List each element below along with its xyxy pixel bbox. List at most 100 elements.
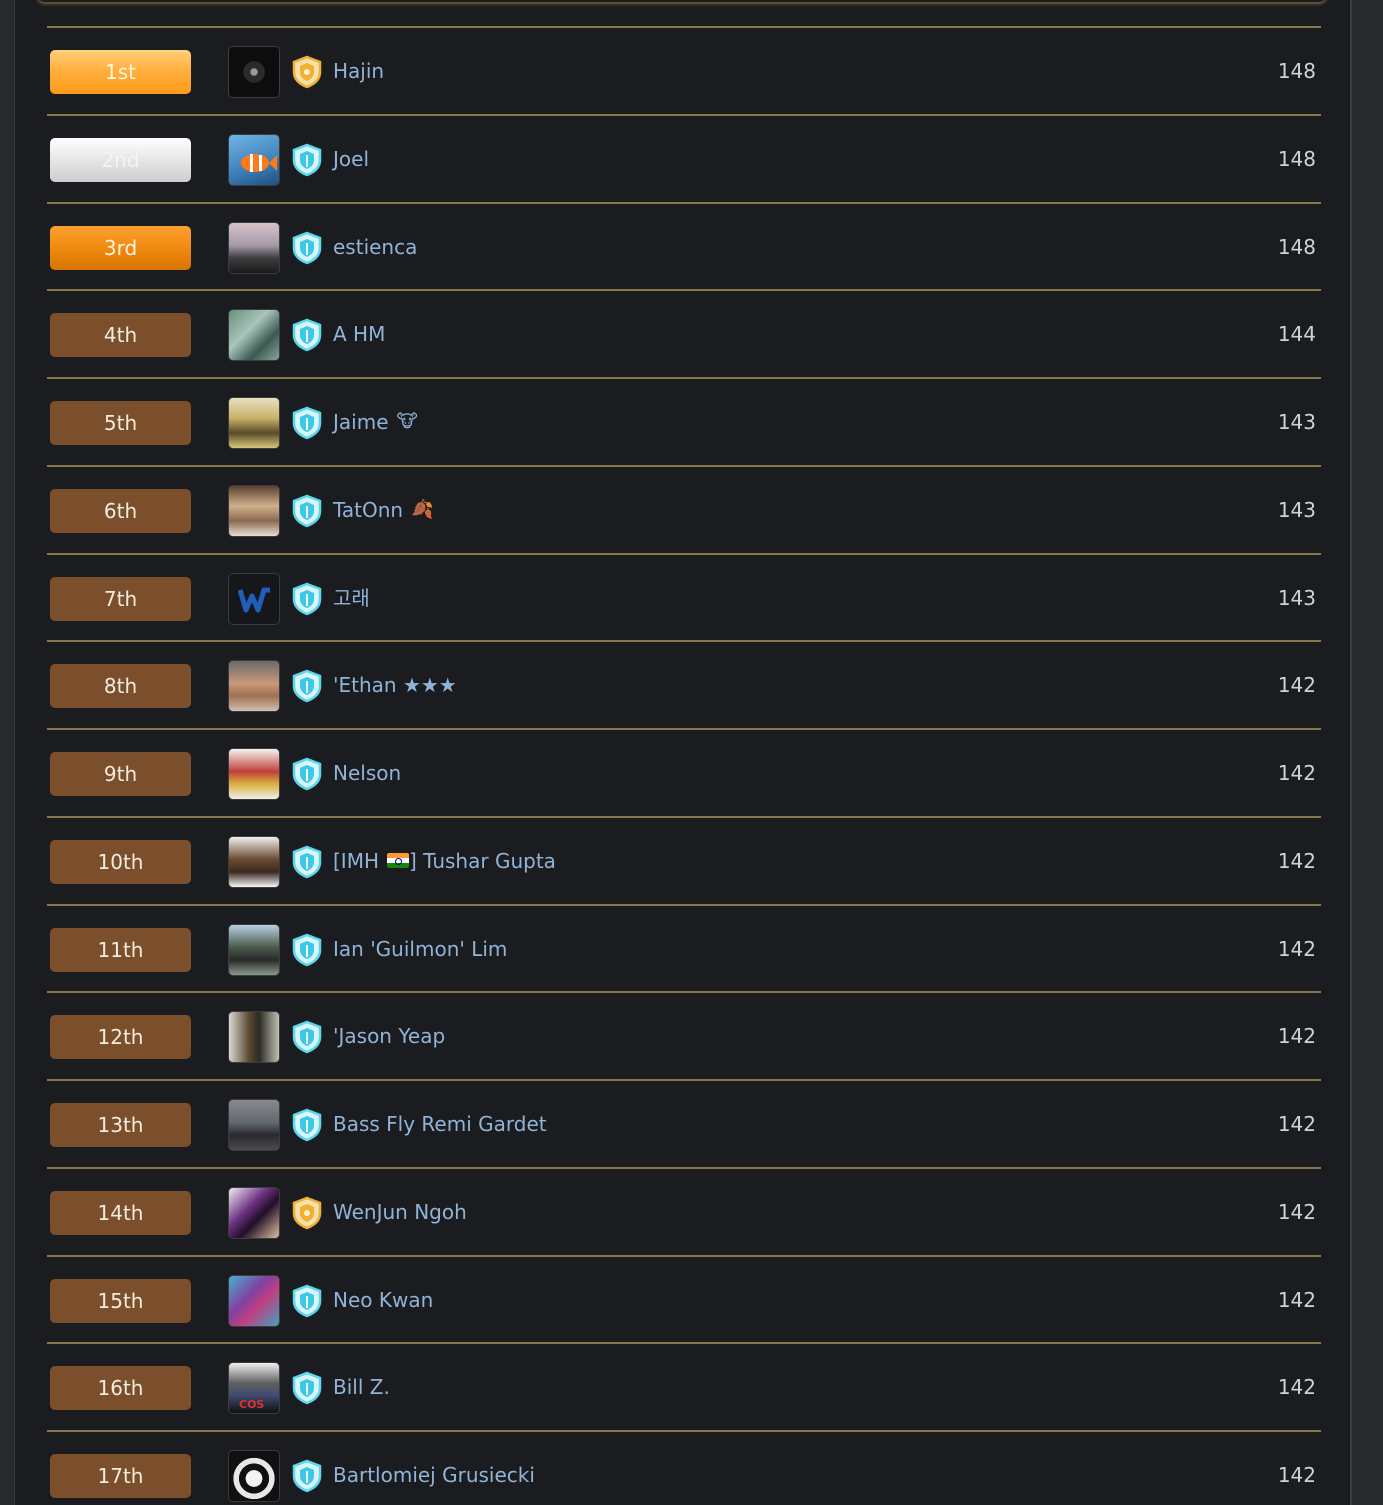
avatar[interactable] xyxy=(228,748,280,800)
leaderboard-row[interactable]: 6th TatOnn 🍂 143 xyxy=(47,464,1321,553)
player-score: 142 xyxy=(1277,1199,1316,1224)
player-name: A HM xyxy=(333,322,386,347)
leaderboard-row[interactable]: 8th 'Ethan ★★★ 142 xyxy=(47,640,1321,728)
rank-badge: 7th xyxy=(50,576,191,621)
avatar[interactable] xyxy=(228,923,280,976)
player-name-link[interactable]: Bartlomiej Grusiecki xyxy=(333,1462,535,1488)
player-score: 142 xyxy=(1277,1287,1316,1312)
player-name-link[interactable]: Joel xyxy=(333,146,369,172)
gold-shield-icon xyxy=(290,55,324,89)
player-name-link[interactable]: TatOnn 🍂 xyxy=(333,497,434,523)
rank-badge: 13th xyxy=(50,1103,191,1147)
avatar[interactable] xyxy=(228,484,280,537)
avatar[interactable] xyxy=(228,572,280,625)
leaderboard-row[interactable]: 1st Hajin 148 xyxy=(47,26,1321,114)
player-name: Hajin xyxy=(333,59,385,83)
leaderboard-row[interactable]: 15th Neo Kwan 142 xyxy=(47,1254,1321,1343)
avatar[interactable] xyxy=(228,309,280,362)
avatar[interactable] xyxy=(228,221,280,274)
player-name-link[interactable]: 'Ethan ★★★ xyxy=(333,672,457,698)
player-name: Nelson xyxy=(333,761,402,785)
leaderboard-list: 1st Hajin 148 2nd Joel 148 3rd estienca … xyxy=(47,26,1321,1505)
player-name-link[interactable]: [IMH ] Tushar Gupta xyxy=(333,848,556,874)
leaderboard-row[interactable]: 5th Jaime 🐮 143 xyxy=(47,377,1321,465)
cyan-shield-icon xyxy=(290,1108,324,1142)
player-name: 'Ethan ★★★ xyxy=(333,673,457,698)
w-logo-icon xyxy=(238,587,270,612)
leaderboard-row[interactable]: 11th Ian 'Guilmon' Lim 142 xyxy=(47,903,1321,992)
rank-badge: 17th xyxy=(50,1454,191,1498)
avatar[interactable] xyxy=(228,133,280,186)
player-name-link[interactable]: A HM xyxy=(333,321,385,347)
player-name-link[interactable]: Jaime 🐮 xyxy=(333,409,418,435)
leaderboard-row[interactable]: 4th A HM 144 xyxy=(47,289,1321,377)
avatar[interactable] xyxy=(228,1011,280,1064)
avatar[interactable] xyxy=(228,1099,280,1151)
leaderboard-row[interactable]: 7th 고래 143 xyxy=(47,552,1321,641)
rank-badge: 10th xyxy=(50,839,191,884)
cyan-shield-icon xyxy=(290,669,324,703)
avatar[interactable]: COS xyxy=(228,1362,280,1415)
leaderboard-row[interactable]: 12th 'Jason Yeap 142 xyxy=(47,991,1321,1079)
player-score: 142 xyxy=(1277,673,1316,698)
player-name: Bass Fly Remi Gardet xyxy=(333,1112,547,1136)
player-name-prefix: [IMH xyxy=(333,848,379,873)
leaderboard-panel: 1st Hajin 148 2nd Joel 148 3rd estienca … xyxy=(14,0,1352,1505)
avatar[interactable] xyxy=(228,46,280,98)
cyan-shield-icon xyxy=(290,582,324,616)
player-score: 148 xyxy=(1277,59,1316,83)
player-name-link[interactable]: Bill Z. xyxy=(333,1374,390,1400)
player-name: estienca xyxy=(333,234,418,259)
leaderboard-row[interactable]: 10th [IMH] Tushar Gupta 142 xyxy=(47,815,1321,904)
player-name-link[interactable]: 'Jason Yeap xyxy=(333,1023,445,1049)
cyan-shield-icon xyxy=(290,406,324,440)
leaderboard-row[interactable]: 16th COS Bill Z. 142 xyxy=(47,1342,1321,1430)
rank-badge: 11th xyxy=(50,927,191,972)
rank-badge: 5th xyxy=(50,401,191,445)
player-name-link[interactable]: Hajin xyxy=(333,58,384,84)
cow-emoji-icon: 🐮 xyxy=(396,411,418,432)
player-name-suffix: ] Tushar Gupta xyxy=(409,848,556,873)
player-name-link[interactable]: 고래 xyxy=(333,585,370,611)
player-name-link[interactable]: WenJun Ngoh xyxy=(333,1199,467,1225)
avatar[interactable] xyxy=(228,1274,280,1327)
player-score: 142 xyxy=(1277,1463,1316,1487)
player-name-link[interactable]: Ian 'Guilmon' Lim xyxy=(333,936,507,962)
cyan-shield-icon xyxy=(290,933,324,967)
rank-badge: 4th xyxy=(50,313,191,358)
player-name-link[interactable]: Neo Kwan xyxy=(333,1287,433,1313)
player-score: 142 xyxy=(1277,936,1316,961)
player-name-link[interactable]: estienca xyxy=(333,234,417,260)
leaderboard-row[interactable]: 3rd estienca 148 xyxy=(47,201,1321,290)
player-name: Ian 'Guilmon' Lim xyxy=(333,936,508,961)
rank-badge: 2nd xyxy=(50,137,191,182)
player-score: 143 xyxy=(1277,497,1316,522)
cyan-shield-icon xyxy=(290,231,324,265)
leaderboard-row[interactable]: 2nd Joel 148 xyxy=(47,113,1321,202)
leaderboard-row[interactable]: 13th Bass Fly Remi Gardet 142 xyxy=(47,1079,1321,1167)
rank-badge: 16th xyxy=(50,1366,191,1411)
leaderboard-row[interactable]: 14th WenJun Ngoh 142 xyxy=(47,1166,1321,1255)
player-score: 143 xyxy=(1277,410,1316,434)
cyan-shield-icon xyxy=(290,1284,324,1318)
rank-badge: 6th xyxy=(50,488,191,533)
leaf-emoji-icon: 🍂 xyxy=(411,498,434,520)
avatar[interactable] xyxy=(228,1186,280,1239)
cyan-shield-icon xyxy=(290,143,324,177)
rank-badge: 9th xyxy=(50,752,191,796)
player-name-link[interactable]: Nelson xyxy=(333,760,401,786)
leaderboard-row[interactable]: 17th Bartlomiej Grusiecki 142 xyxy=(47,1430,1321,1505)
player-name: WenJun Ngoh xyxy=(333,1199,467,1224)
cyan-shield-icon xyxy=(290,1459,324,1493)
leaderboard-row[interactable]: 9th Nelson 142 xyxy=(47,728,1321,816)
player-name-link[interactable]: Bass Fly Remi Gardet xyxy=(333,1111,547,1137)
avatar[interactable] xyxy=(228,1450,280,1502)
avatar[interactable] xyxy=(228,835,280,888)
gold-shield-icon xyxy=(290,1196,324,1230)
rank-badge: 3rd xyxy=(50,225,191,270)
rank-badge: 12th xyxy=(50,1015,191,1060)
cyan-shield-icon xyxy=(290,1371,324,1405)
avatar[interactable] xyxy=(228,397,280,449)
avatar[interactable] xyxy=(228,660,280,713)
cyan-shield-icon xyxy=(290,845,324,879)
